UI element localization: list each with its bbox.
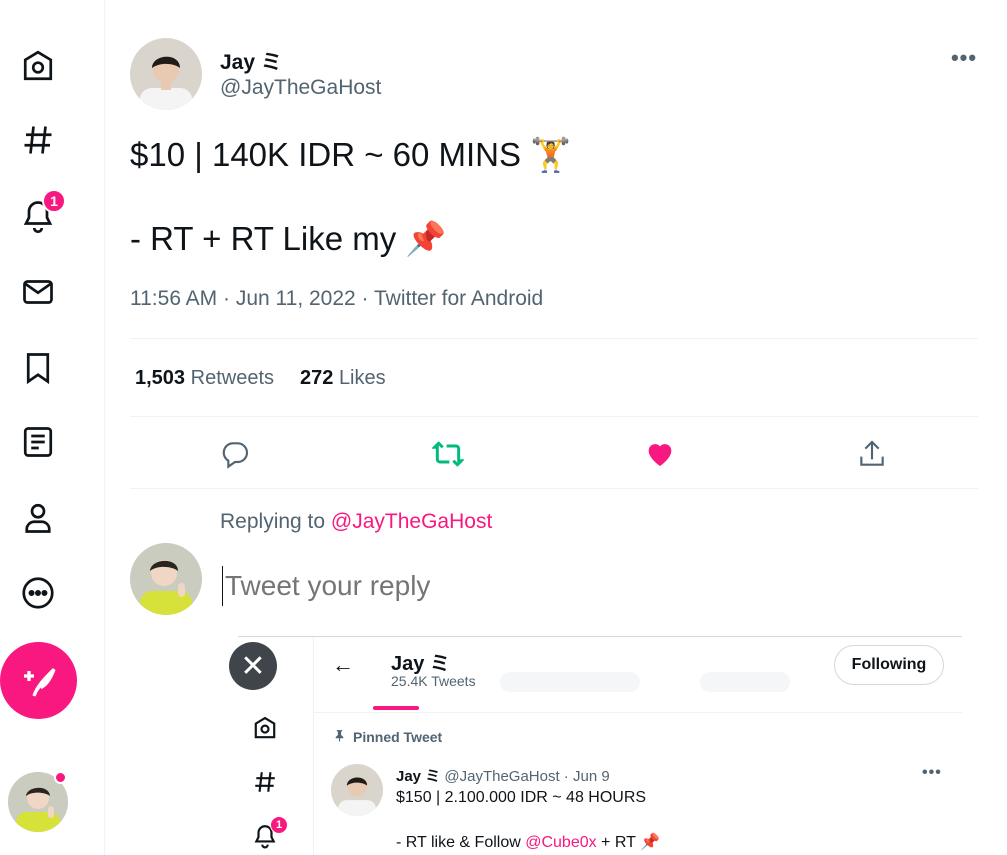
messages-icon[interactable] [14, 268, 62, 316]
tweets-count: 25.4K Tweets [391, 673, 476, 689]
retweets-label: Retweets [190, 367, 274, 389]
notifications-icon[interactable]: 1 [14, 189, 66, 240]
reply-input[interactable] [222, 566, 962, 606]
profile-icon[interactable] [14, 494, 62, 542]
likes-label: Likes [338, 367, 386, 389]
compose-tweet-button[interactable] [0, 642, 77, 719]
likes-stat[interactable]: 272 Likes [300, 367, 386, 389]
reply-button[interactable] [215, 434, 255, 474]
profile-name: Jay ミ [391, 653, 450, 675]
pin-icon [333, 729, 347, 745]
pinned-tweet-handle-date: @JayTheGaHost · Jun 9 [444, 768, 610, 785]
share-button[interactable] [852, 434, 892, 474]
likes-count: 272 [300, 367, 334, 389]
column-divider [313, 637, 314, 855]
pinned-tweet-text-prefix: - RT like & Follow [396, 834, 526, 851]
tab-indicator [373, 706, 419, 710]
more-options-icon: ••• [922, 764, 942, 781]
divider [130, 488, 978, 489]
tweet-stats: 1,503 Retweets 272 Likes [135, 367, 386, 390]
divider [314, 712, 962, 713]
retweets-count: 1,503 [135, 367, 186, 389]
lists-icon[interactable] [14, 418, 62, 466]
explore-icon [250, 767, 280, 797]
account-notification-dot [54, 771, 67, 784]
more-icon[interactable] [14, 569, 62, 617]
tweet-timestamp[interactable]: 11:56 AM · Jun 11, 2022 · Twitter for An… [130, 287, 543, 311]
pinned-author-avatar [331, 764, 383, 816]
author-handle[interactable]: @JayTheGaHost [220, 76, 381, 100]
notifications-icon: 1 [250, 816, 288, 851]
retweets-stat[interactable]: 1,503 Retweets [135, 367, 274, 389]
pinned-tweet-text-suffix: + RT 📌 [596, 834, 660, 851]
notification-badge: 1 [42, 189, 66, 213]
side-nav: 1 [0, 0, 105, 855]
feather-icon [23, 667, 56, 697]
more-options-button[interactable]: ••• [946, 45, 982, 70]
retweet-icon [432, 441, 464, 467]
pinned-tweet-text: - RT like & Follow @Cube0x + RT 📌 [396, 832, 660, 852]
back-arrow-icon: ← [332, 652, 354, 677]
ghost-tab [700, 672, 790, 692]
like-button[interactable] [640, 434, 680, 474]
pinned-tweet-text: $150 | 2.100.000 IDR ~ 48 HOURS [396, 789, 647, 806]
replying-to: Replying to @JayTheGaHost [220, 510, 492, 534]
tweet-text-line: - RT + RT Like my 📌 [130, 220, 447, 257]
close-icon[interactable]: ✕ [229, 642, 277, 690]
notification-badge: 1 [270, 816, 288, 834]
pinned-tweet-name: Jay ミ [396, 768, 441, 785]
reply-icon [222, 442, 249, 469]
home-icon [250, 713, 280, 743]
explore-icon[interactable] [14, 116, 62, 164]
home-icon[interactable] [14, 42, 62, 90]
replying-to-handle[interactable]: @JayTheGaHost [331, 510, 492, 533]
replying-to-label: Replying to [220, 510, 331, 533]
tweet-text-line: $10 | 140K IDR ~ 60 MINS 🏋️ [130, 136, 572, 173]
mention-link: @Cube0x [525, 834, 597, 851]
pinned-tweet-header: Jay ミ @JayTheGaHost · Jun 9 [396, 765, 610, 786]
bookmarks-icon[interactable] [14, 344, 62, 392]
following-button: Following [834, 645, 944, 685]
retweet-button[interactable] [428, 434, 468, 474]
author-avatar[interactable] [130, 38, 202, 110]
share-icon [860, 440, 884, 466]
ghost-tab [500, 672, 640, 692]
author-name[interactable]: Jay ミ [220, 46, 282, 76]
pinned-tweet-label: Pinned Tweet [333, 729, 442, 745]
reply-avatar[interactable] [130, 543, 202, 615]
divider [130, 338, 978, 339]
pinned-text: Pinned Tweet [353, 729, 443, 745]
heart-icon [648, 444, 672, 466]
divider [130, 416, 978, 417]
